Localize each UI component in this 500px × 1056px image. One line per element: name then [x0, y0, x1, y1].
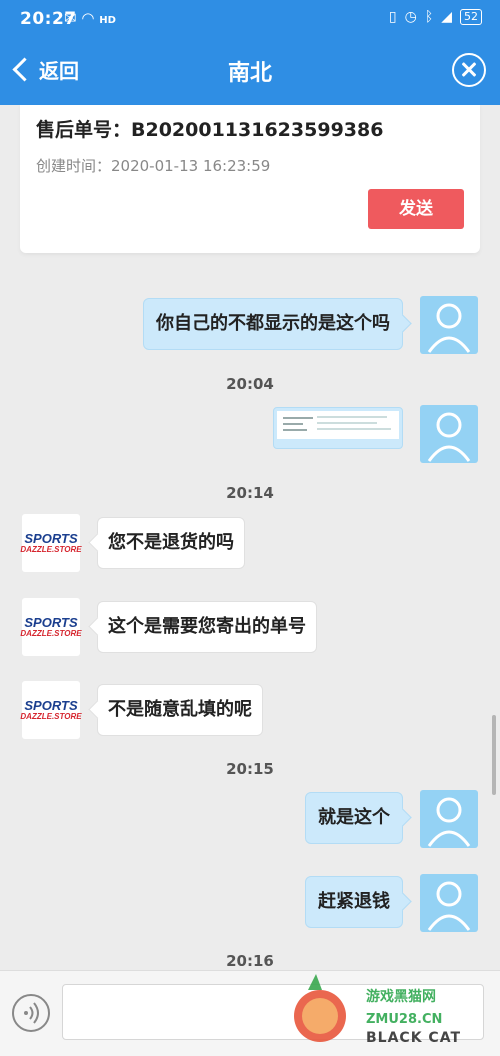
- shop-avatar[interactable]: SPORTS DAZZLE.STORE: [20, 598, 82, 656]
- close-icon[interactable]: [452, 53, 486, 87]
- send-button[interactable]: 发送: [368, 189, 464, 229]
- message-bubble[interactable]: 你自己的不都显示的是这个吗: [143, 298, 403, 350]
- created-time: 创建时间：2020-01-13 16:23:59: [36, 157, 271, 175]
- user-avatar[interactable]: [420, 296, 478, 354]
- watermark-line1: 游戏黑猫网: [366, 989, 436, 1005]
- message-bubble[interactable]: 就是这个: [305, 792, 403, 844]
- wifi-icon: ◠: [81, 9, 95, 27]
- order-number: 售后单号：B202001131623599386: [36, 119, 384, 141]
- chat-title: 南北: [227, 61, 272, 86]
- user-avatar-icon: [427, 797, 471, 847]
- message-bubble[interactable]: 不是随意乱填的呢: [97, 684, 263, 736]
- chat-header: 返回 南北: [0, 37, 500, 105]
- shop-logo-line1: SPORTS: [24, 614, 78, 630]
- shop-logo-line2: DAZZLE.STORE: [20, 544, 82, 554]
- status-left-icons: ✉ ◠ HD: [64, 9, 116, 27]
- voice-icon: [24, 1002, 39, 1024]
- user-avatar-icon: [427, 881, 471, 931]
- message-bubble[interactable]: 这个是需要您寄出的单号: [97, 601, 317, 653]
- alarm-icon: ◷: [404, 9, 417, 25]
- shop-avatar[interactable]: SPORTS DAZZLE.STORE: [20, 514, 82, 572]
- scrollbar[interactable]: [492, 715, 496, 795]
- shop-avatar[interactable]: SPORTS DAZZLE.STORE: [20, 681, 82, 739]
- timestamp: 20:15: [226, 760, 274, 778]
- vibrate-icon: ▯: [388, 9, 397, 25]
- watermark-line2: ZMU28.CN: [366, 1012, 443, 1027]
- message-bubble[interactable]: 赶紧退钱: [305, 876, 403, 928]
- bluetooth-icon: ᛒ: [424, 9, 434, 25]
- black-cat-logo-icon: [294, 974, 346, 1042]
- shop-logo-line2: DAZZLE.STORE: [20, 711, 82, 721]
- shop-logo-line2: DAZZLE.STORE: [20, 628, 82, 638]
- image-message[interactable]: [273, 407, 403, 449]
- timestamp: 20:04: [226, 375, 274, 393]
- signal-icon: ◢: [441, 9, 452, 25]
- status-bar: 20:27 ✉ ◠ HD ▯ ◷ ᛒ ◢ 52: [0, 0, 500, 37]
- timestamp: 20:14: [226, 484, 274, 502]
- status-right-icons: ▯ ◷ ᛒ ◢ 52: [389, 9, 482, 25]
- message-bubble[interactable]: 您不是退货的吗: [97, 517, 245, 569]
- watermark-line3: BLACK CAT: [366, 1030, 461, 1046]
- message-notification-icon: ✉: [64, 9, 77, 27]
- network-label: HD: [99, 15, 116, 26]
- shop-logo-line1: SPORTS: [24, 697, 78, 713]
- watermark: 游戏黑猫网 ZMU28.CN BLACK CAT: [286, 968, 486, 1052]
- user-avatar-icon: [427, 412, 471, 462]
- shop-logo-line1: SPORTS: [24, 530, 78, 546]
- battery-indicator: 52: [460, 9, 482, 25]
- order-card: 售后单号：B202001131623599386 创建时间：2020-01-13…: [20, 105, 480, 253]
- user-avatar[interactable]: [420, 874, 478, 932]
- voice-button[interactable]: [12, 994, 50, 1032]
- image-thumbnail: [277, 411, 399, 439]
- user-avatar[interactable]: [420, 790, 478, 848]
- user-avatar-icon: [427, 303, 471, 353]
- user-avatar[interactable]: [420, 405, 478, 463]
